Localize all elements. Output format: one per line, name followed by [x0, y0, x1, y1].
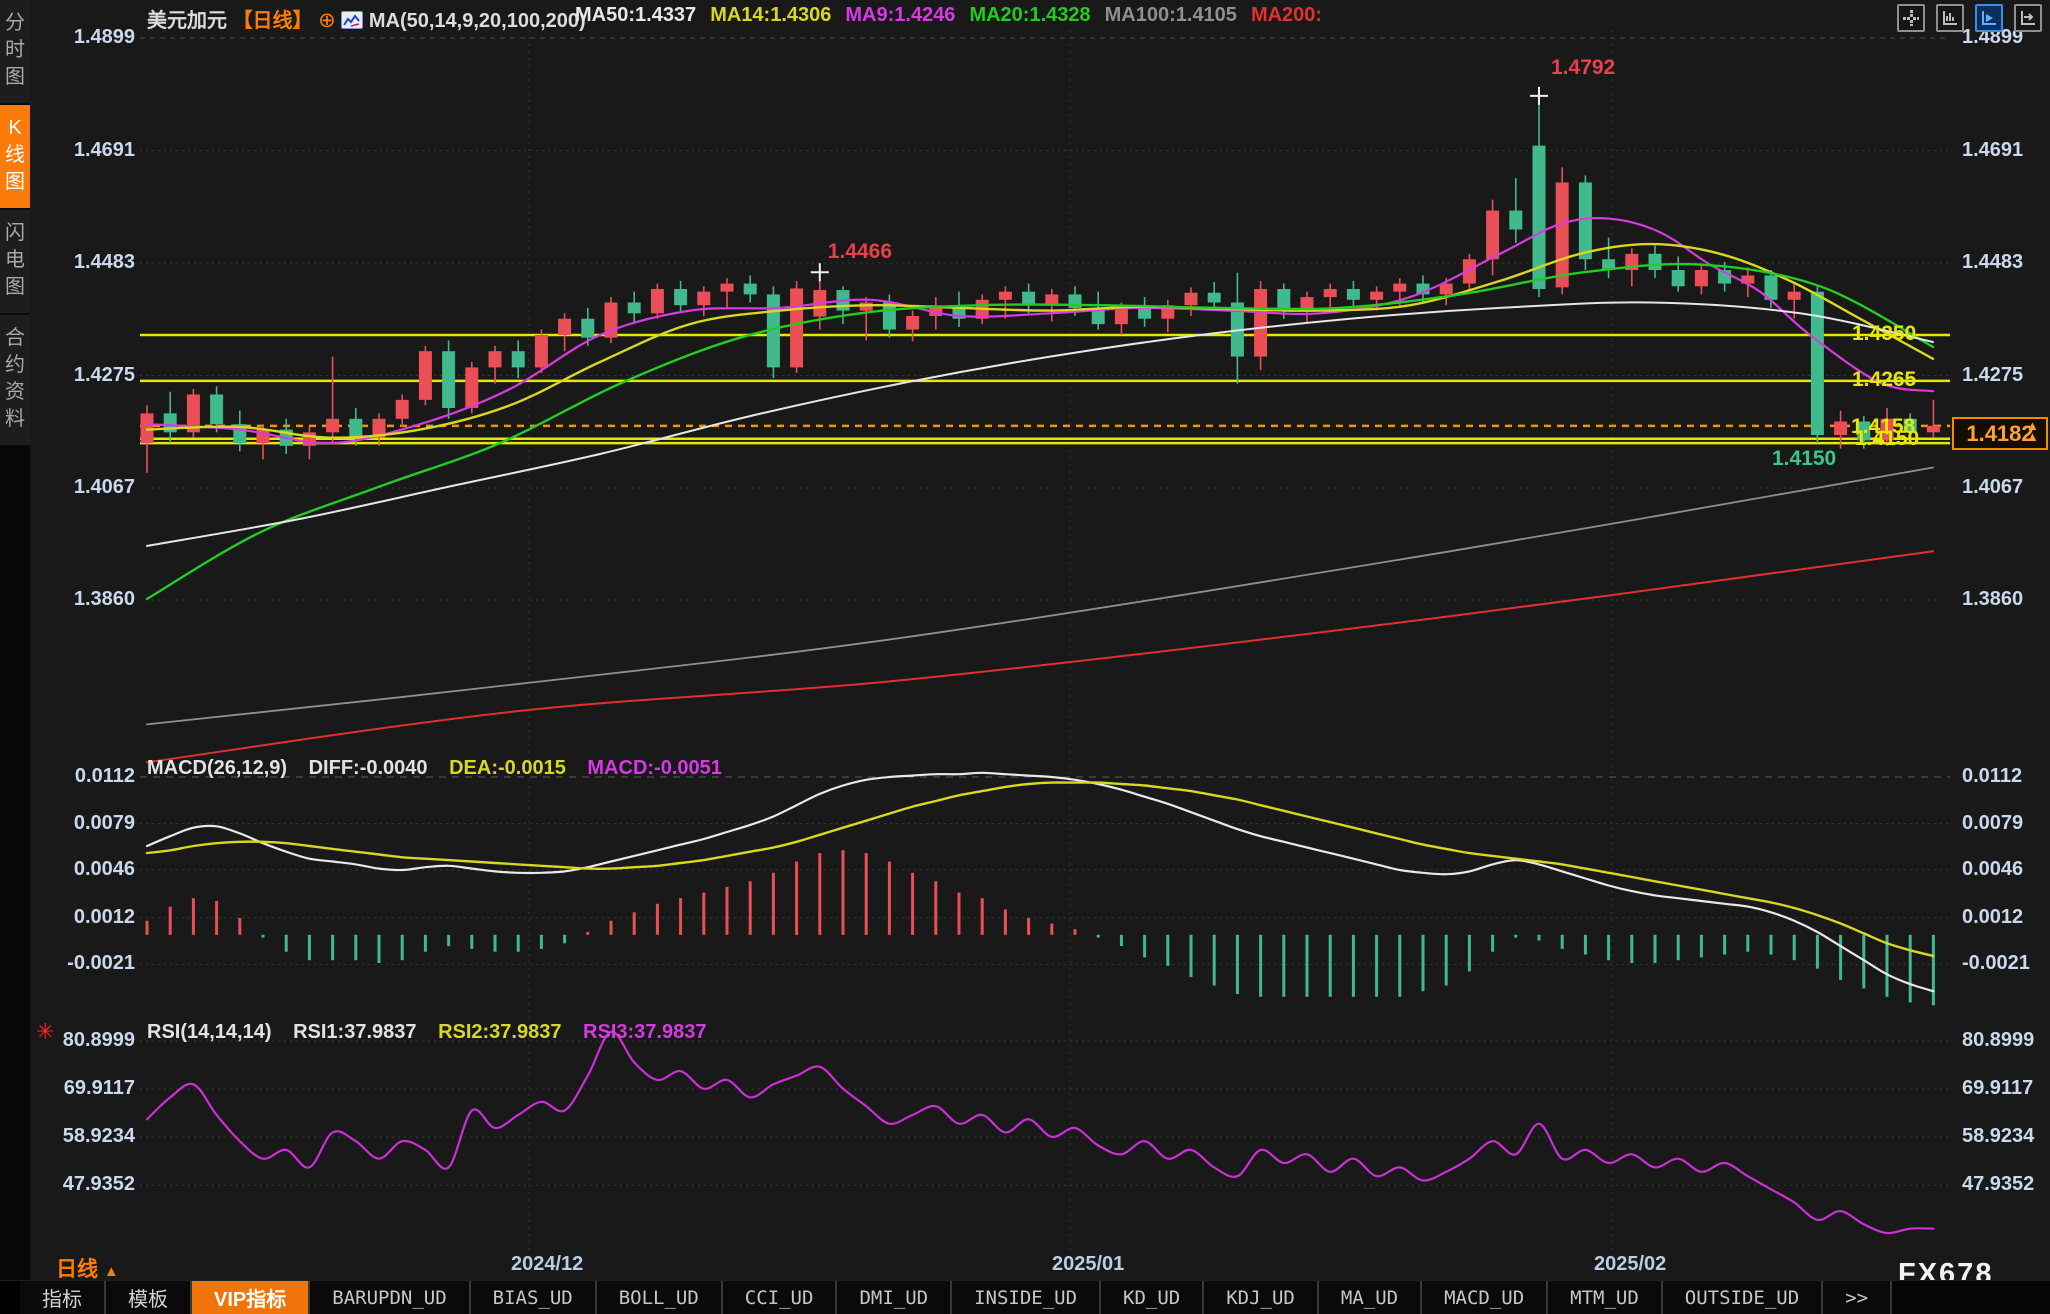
tab-bias-ud[interactable]: BIAS_UD: [471, 1281, 597, 1314]
tab--[interactable]: >>: [1823, 1281, 1892, 1314]
ma-value-label: MA100:1.4105: [1105, 4, 1237, 26]
tab-dmi-ud[interactable]: DMI_UD: [837, 1281, 952, 1314]
triangle-up-icon: ▲: [104, 1263, 119, 1280]
level-label-14150-teal: 1.4150: [1772, 447, 1836, 471]
date-label: 2025/01: [1052, 1253, 1124, 1276]
high-label-14792: 1.4792: [1551, 56, 1615, 80]
chart-type-sidebar: 分时图 K线图 闪电图 合约资料: [0, 0, 30, 1314]
price-axis-tick-left: 1.3860: [33, 588, 135, 611]
rsi-axis-tick-left: 47.9352: [33, 1173, 135, 1196]
axis-shift-icon[interactable]: [2014, 4, 2042, 32]
circle-plus-icon[interactable]: ⊕: [318, 9, 336, 32]
tab-vip-[interactable]: VIP指标: [192, 1281, 310, 1314]
macd-diff-value: DIFF:-0.0040: [309, 757, 428, 779]
period-toggle[interactable]: 日线 ▲: [56, 1253, 119, 1283]
price-axis-tick-left: 1.4483: [33, 251, 135, 274]
sidebar-item-minute-chart[interactable]: 分时图: [0, 0, 30, 105]
chart-canvas[interactable]: [0, 0, 2050, 1314]
ma-value-label: MA20:1.4328: [969, 4, 1090, 26]
price-axis-tick-right: 1.4483: [1962, 251, 2023, 274]
date-label: 2025/02: [1594, 1253, 1666, 1276]
price-axis-tick-left: 1.4067: [33, 476, 135, 499]
price-axis-tick-right: 1.4067: [1962, 476, 2023, 499]
axis-play-icon[interactable]: [1975, 4, 2003, 32]
rsi-axis-tick-right: 80.8999: [1962, 1029, 2034, 1052]
rsi3-value: RSI3:37.9837: [583, 1021, 706, 1043]
axis-scale-icon[interactable]: [1936, 4, 1964, 32]
ma-value-label: MA200:: [1251, 4, 1322, 26]
tab--[interactable]: 指标: [20, 1281, 106, 1314]
macd-axis-tick-left: -0.0021: [33, 952, 135, 975]
indicator-tab-bar: 指标模板VIP指标BARUPDN_UDBIAS_UDBOLL_UDCCI_UDD…: [0, 1280, 2050, 1314]
price-axis-tick-right: 1.4275: [1962, 364, 2023, 387]
sidebar-item-kline-chart[interactable]: K线图: [0, 105, 30, 210]
pan-crosshair-icon[interactable]: [1897, 4, 1925, 32]
period-tag[interactable]: 【日线】: [233, 10, 313, 32]
macd-axis-tick-right: -0.0021: [1962, 952, 2030, 975]
sidebar-item-lightning-chart[interactable]: 闪电图: [0, 210, 30, 315]
macd-axis-tick-right: 0.0079: [1962, 812, 2023, 835]
tab-kdj-ud[interactable]: KDJ_UD: [1204, 1281, 1319, 1314]
macd-axis-tick-left: 0.0112: [33, 765, 135, 788]
ma-value-label: MA14:1.4306: [710, 4, 831, 26]
tab-ma-ud[interactable]: MA_UD: [1319, 1281, 1422, 1314]
macd-header: MACD(26,12,9) DIFF:-0.0040 DEA:-0.0015 M…: [147, 757, 738, 780]
macd-axis-tick-left: 0.0046: [33, 858, 135, 881]
macd-dea-value: DEA:-0.0015: [449, 757, 566, 779]
header: 美元加元 【日线】 ⊕ MA(50,14,9,20,100,200): [147, 4, 586, 30]
macd-macd-value: MACD:-0.0051: [587, 757, 721, 779]
mini-chart-icon[interactable]: [341, 11, 363, 29]
ma-values-row: MA50:1.4337 MA14:1.4306 MA9:1.4246 MA20:1.4…: [575, 4, 1336, 30]
price-axis-tick-right: 1.3860: [1962, 588, 2023, 611]
tab-macd-ud[interactable]: MACD_UD: [1422, 1281, 1548, 1314]
level-label-14150-yellow: 1.4150: [1855, 427, 1919, 451]
rsi2-value: RSI2:37.9837: [438, 1021, 561, 1043]
macd-axis-tick-left: 0.0079: [33, 812, 135, 835]
price-axis-tick-left: 1.4275: [33, 364, 135, 387]
indicator-marker-icon[interactable]: ✳: [36, 1019, 54, 1045]
level-label-14265: 1.4265: [1852, 368, 1916, 392]
tab--[interactable]: 模板: [106, 1281, 192, 1314]
high-label-14466: 1.4466: [828, 240, 892, 264]
rsi-axis-tick-left: 69.9117: [33, 1077, 135, 1100]
tabbar-corner: [0, 1281, 20, 1314]
chart-toolbar: [1897, 4, 2042, 32]
tab-cci-ud[interactable]: CCI_UD: [723, 1281, 838, 1314]
price-axis-tick-right: 1.4691: [1962, 139, 2023, 162]
macd-axis-tick-left: 0.0012: [33, 906, 135, 929]
rsi-header: RSI(14,14,14) RSI1:37.9837 RSI2:37.9837 …: [147, 1021, 722, 1044]
ma-value-label: MA9:1.4246: [845, 4, 955, 26]
tab-inside-ud[interactable]: INSIDE_UD: [952, 1281, 1101, 1314]
chart-application: 分时图 K线图 闪电图 合约资料 美元加元 【日线】 ⊕ MA(50,14,9,…: [0, 0, 2050, 1314]
tab-mtm-ud[interactable]: MTM_UD: [1548, 1281, 1663, 1314]
sidebar-item-contract-info[interactable]: 合约资料: [0, 315, 30, 447]
price-up-arrow-icon: ▲▲: [2026, 420, 2039, 442]
rsi-axis-tick-left: 58.9234: [33, 1125, 135, 1148]
macd-name: MACD(26,12,9): [147, 757, 287, 779]
rsi-axis-tick-right: 47.9352: [1962, 1173, 2034, 1196]
symbol-title: 美元加元: [147, 10, 227, 32]
macd-axis-tick-right: 0.0112: [1962, 765, 2022, 788]
ma-group-label: MA(50,14,9,20,100,200): [369, 10, 586, 32]
rsi-name: RSI(14,14,14): [147, 1021, 272, 1043]
tab-outside-ud[interactable]: OUTSIDE_UD: [1663, 1281, 1823, 1314]
level-label-14350: 1.4350: [1852, 322, 1916, 346]
rsi-axis-tick-right: 69.9117: [1962, 1077, 2033, 1100]
rsi1-value: RSI1:37.9837: [293, 1021, 416, 1043]
tab-kd-ud[interactable]: KD_UD: [1101, 1281, 1204, 1314]
tab-barupdn-ud[interactable]: BARUPDN_UD: [310, 1281, 470, 1314]
macd-axis-tick-right: 0.0012: [1962, 906, 2023, 929]
price-axis-tick-left: 1.4691: [33, 139, 135, 162]
price-axis-tick-left: 1.4899: [33, 26, 135, 49]
rsi-axis-tick-right: 58.9234: [1962, 1125, 2034, 1148]
tab-boll-ud[interactable]: BOLL_UD: [597, 1281, 723, 1314]
macd-axis-tick-right: 0.0046: [1962, 858, 2023, 881]
ma-value-label: MA50:1.4337: [575, 4, 696, 26]
date-label: 2024/12: [511, 1253, 583, 1276]
